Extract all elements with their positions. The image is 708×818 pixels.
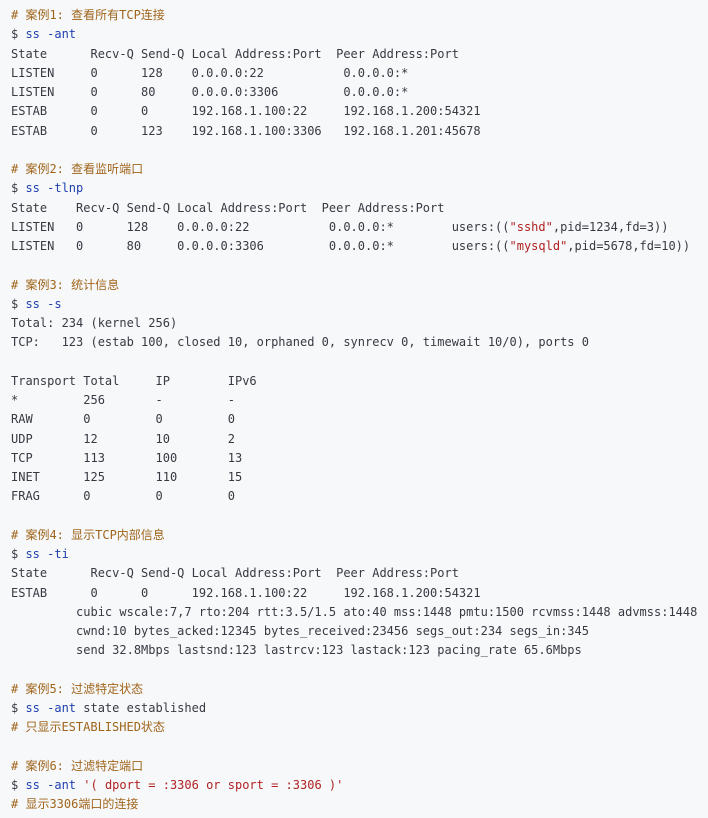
command-line: $ ss -s	[11, 295, 708, 314]
output-line: State Recv-Q Send-Q Local Address:Port P…	[11, 46, 459, 61]
shell-prompt: $	[11, 778, 26, 792]
output-line: LISTEN 0 128 0.0.0.0:22 0.0.0.0:*	[11, 65, 409, 80]
output-token: "sshd"	[509, 219, 553, 234]
output-line: ESTAB 0 123 192.168.1.100:3306 192.168.1…	[11, 123, 481, 138]
output-line: FRAG 0 0 0	[11, 489, 235, 504]
comment-line: # 案例3: 统计信息	[11, 277, 120, 292]
command-line: $ ss -ant state established	[11, 699, 708, 718]
output-line: cwnd:10 bytes_acked:12345 bytes_received…	[11, 624, 589, 638]
output-line: State Recv-Q Send-Q Local Address:Port P…	[11, 566, 459, 581]
comment-line: # 案例4: 显示TCP内部信息	[11, 527, 165, 542]
output-line: LISTEN 0 128 0.0.0.0:22 0.0.0.0:* users:…	[11, 218, 708, 237]
output-line: INET 125 110 15	[11, 470, 243, 484]
comment-line: # 只显示ESTABLISHED状态	[11, 720, 165, 735]
comment-line: # 案例2: 查看监听端口	[11, 162, 144, 176]
command-line: $ ss -tlnp	[11, 179, 708, 198]
shell-prompt: $	[11, 547, 26, 561]
output-line: cubic wscale:7,7 rto:204 rtt:3.5/1.5 ato…	[11, 604, 698, 619]
comment-line: # 案例1: 查看所有TCP连接	[11, 8, 165, 22]
output-token: LISTEN 0 128 0.0.0.0:22 0.0.0.0:* users:…	[11, 219, 510, 234]
command-token: state established	[76, 701, 207, 715]
output-line: ESTAB 0 0 192.168.1.100:22 192.168.1.200…	[11, 585, 481, 600]
output-line: State Recv-Q Send-Q Local Address:Port P…	[11, 200, 445, 215]
command-token: ss -tlnp	[25, 181, 84, 196]
command-token: ss -ant	[25, 778, 77, 792]
command-token: ss -ant	[25, 27, 77, 42]
comment-line: # 案例6: 过滤特定端口	[11, 758, 144, 773]
output-token: "mysqld"	[509, 239, 568, 253]
output-token: ,pid=1234,fd=3))	[552, 219, 669, 234]
output-token: ,pid=5678,fd=10))	[567, 239, 691, 253]
output-line: send 32.8Mbps lastsnd:123 lastrcv:123 la…	[11, 643, 582, 658]
command-line: $ ss -ant	[11, 25, 708, 44]
command-token: ss -ant	[25, 701, 77, 715]
command-line: $ ss -ant '( dport = :3306 or sport = :3…	[11, 776, 708, 795]
comment-line: # 案例5: 过滤特定状态	[11, 681, 144, 696]
output-line: UDP 12 10 2	[11, 431, 235, 446]
output-line: RAW 0 0 0	[11, 412, 235, 427]
output-line: Transport Total IP IPv6	[11, 373, 257, 388]
output-token: LISTEN 0 80 0.0.0.0:3306 0.0.0.0:* users…	[11, 239, 510, 253]
output-line: * 256 - -	[11, 393, 235, 407]
output-line: LISTEN 0 80 0.0.0.0:3306 0.0.0.0:* users…	[11, 237, 708, 256]
output-line: Total: 234 (kernel 256)	[11, 316, 178, 330]
comment-line: # 显示3306端口的连接	[11, 797, 139, 812]
shell-prompt: $	[11, 181, 26, 196]
output-line: TCP: 123 (estab 100, closed 10, orphaned…	[11, 335, 589, 350]
command-token: '( dport = :3306 or sport = :3306 )'	[83, 778, 344, 792]
shell-prompt: $	[11, 296, 26, 311]
command-line: $ ss -ti	[11, 545, 708, 564]
output-line: TCP 113 100 13	[11, 450, 243, 465]
output-line: ESTAB 0 0 192.168.1.100:22 192.168.1.200…	[11, 104, 481, 119]
shell-prompt: $	[11, 27, 26, 42]
command-token: ss -ti	[25, 547, 69, 561]
command-token: ss -s	[25, 296, 62, 311]
code-block: # 案例1: 查看所有TCP连接 $ ss -ant State Recv-Q Se…	[0, 0, 708, 818]
shell-prompt: $	[11, 701, 26, 715]
output-line: LISTEN 0 80 0.0.0.0:3306 0.0.0.0:*	[11, 85, 409, 99]
